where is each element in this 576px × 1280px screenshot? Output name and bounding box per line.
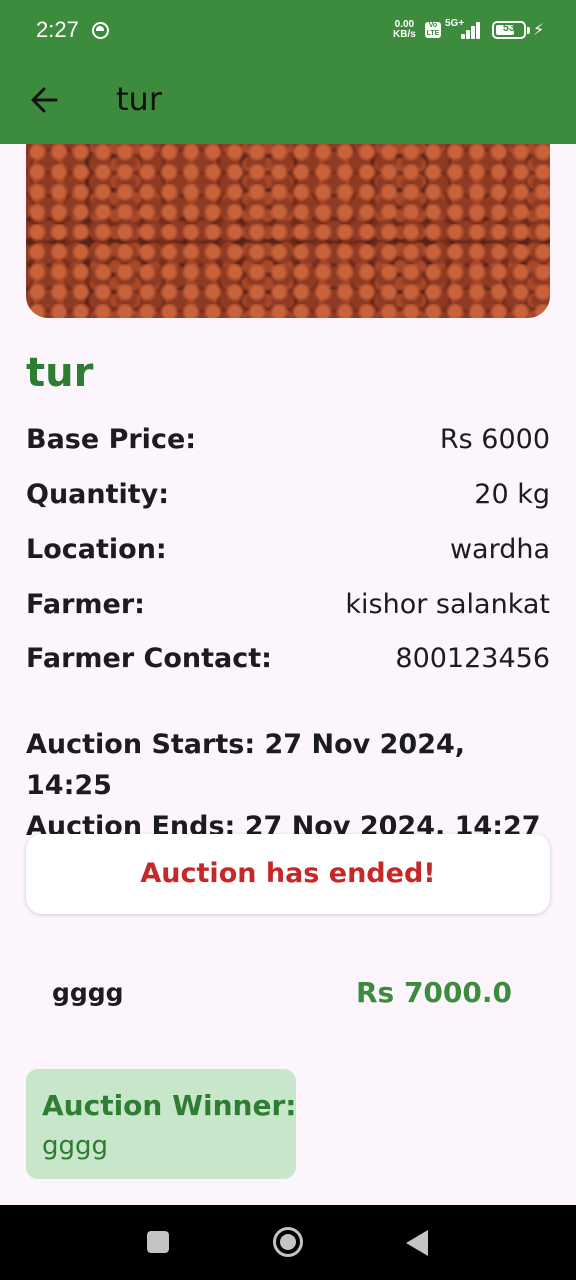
system-nav-bar <box>0 1205 576 1280</box>
charging-icon: ⚡ <box>533 20 545 39</box>
signal-icon <box>461 21 485 39</box>
status-bar: 2:27 0.00 KB/s Vo LTE 5G+ 53 ⚡ <box>0 0 576 62</box>
farmer-value: kishor salankat <box>345 589 550 620</box>
crop-image <box>26 144 550 318</box>
volte-icon: Vo LTE <box>425 22 441 38</box>
quantity-row: Quantity: 20 kg <box>26 479 550 519</box>
bid-amount: Rs 7000.0 <box>355 976 512 1009</box>
auction-start: Auction Starts: 27 Nov 2024, 14:25 <box>26 729 466 801</box>
farmer-row: Farmer: kishor salankat <box>26 589 550 629</box>
winner-name: gggg <box>42 1131 109 1161</box>
quantity-label: Quantity: <box>26 479 170 510</box>
page-title: tur <box>116 80 162 118</box>
winner-label: Auction Winner: <box>42 1089 297 1122</box>
battery-icon: 53 <box>492 21 530 39</box>
bidder-name: gggg <box>52 978 124 1007</box>
farmer-contact-row: Farmer Contact: 800123456 <box>26 643 550 683</box>
quantity-value: 20 kg <box>474 479 550 510</box>
base-price-label: Base Price: <box>26 424 197 455</box>
system-back-button[interactable] <box>406 1230 428 1256</box>
auction-ended-message: Auction has ended! <box>140 858 436 889</box>
notification-icon <box>92 22 109 39</box>
location-row: Location: wardha <box>26 534 550 574</box>
base-price-row: Base Price: Rs 6000 <box>26 424 550 464</box>
recent-apps-button[interactable] <box>147 1231 169 1253</box>
app-bar: tur <box>0 62 576 144</box>
farmer-contact-label: Farmer Contact: <box>26 643 272 674</box>
auction-status-card: Auction has ended! <box>26 834 550 914</box>
status-time: 2:27 <box>36 17 79 42</box>
bid-list-item: gggg Rs 7000.0 <box>26 970 550 1020</box>
arrow-back-icon <box>31 87 58 113</box>
base-price-value: Rs 6000 <box>439 424 550 455</box>
back-button[interactable] <box>26 80 66 120</box>
auction-times: Auction Starts: 27 Nov 2024, 14:25 Aucti… <box>26 724 556 847</box>
farmer-contact-value: 800123456 <box>395 643 550 674</box>
farmer-label: Farmer: <box>26 589 145 620</box>
location-label: Location: <box>26 534 167 565</box>
auction-winner-card: Auction Winner: gggg <box>26 1069 296 1179</box>
network-speed: 0.00 KB/s <box>393 19 416 40</box>
location-value: wardha <box>449 534 550 565</box>
crop-name: tur <box>26 350 94 396</box>
home-button[interactable] <box>273 1227 303 1257</box>
